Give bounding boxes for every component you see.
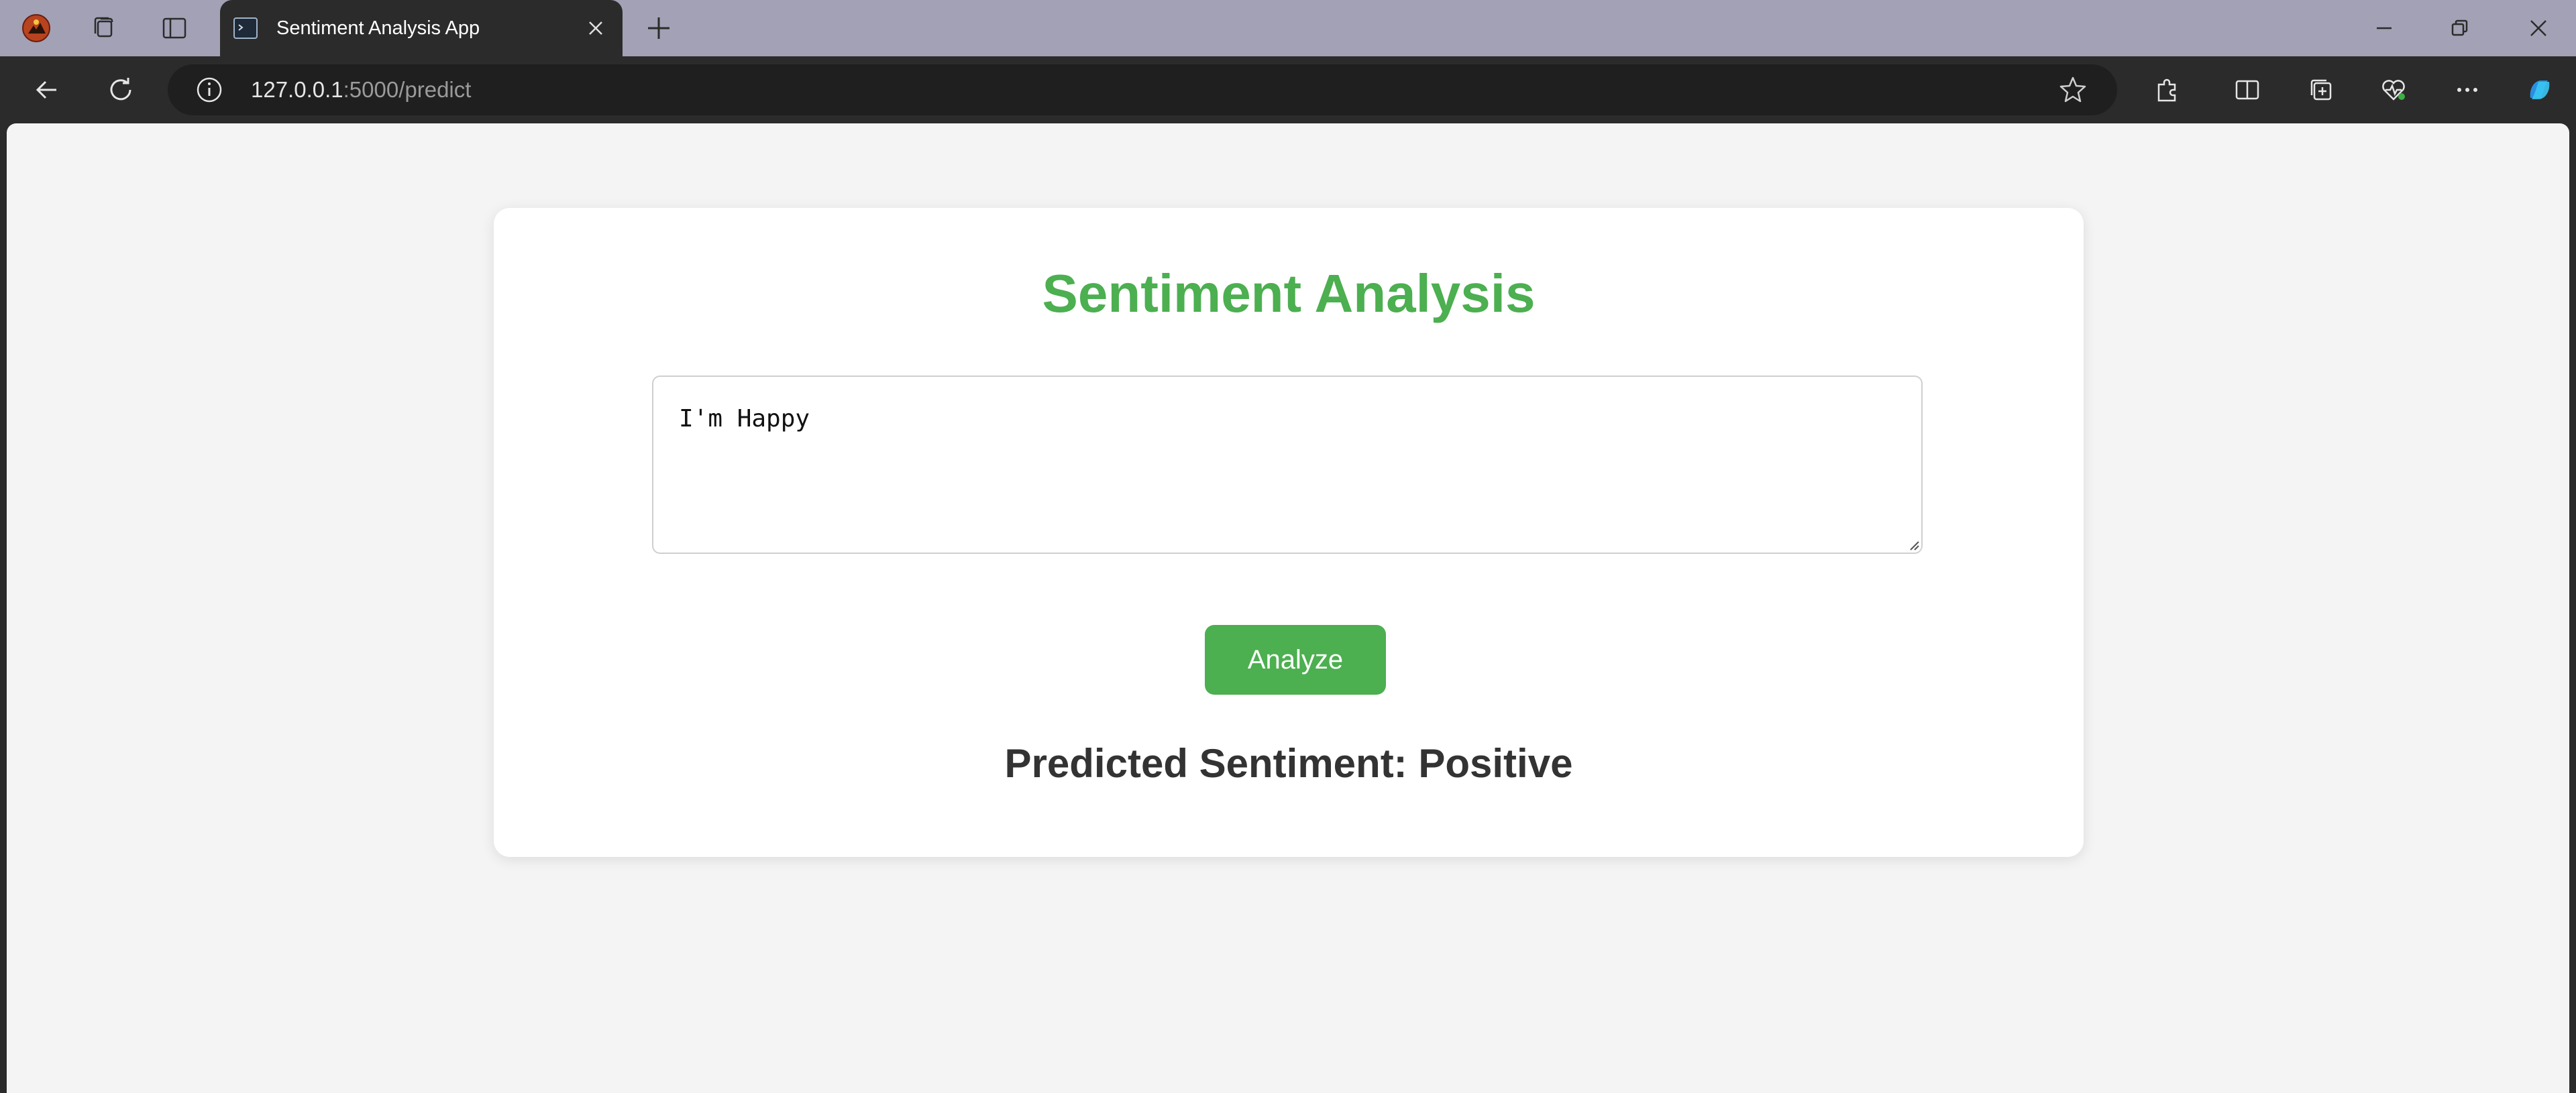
split-screen-icon[interactable] xyxy=(2223,66,2271,114)
active-tab[interactable]: Sentiment Analysis App xyxy=(220,0,623,56)
collections-icon[interactable] xyxy=(2297,66,2345,114)
vertical-tabs-icon[interactable] xyxy=(140,0,209,56)
page-title: Sentiment Analysis xyxy=(1042,264,1536,323)
tab-title: Sentiment Analysis App xyxy=(276,17,480,39)
more-icon[interactable] xyxy=(2443,66,2491,114)
url-path: :5000/predict xyxy=(343,77,472,102)
tab-strip: Sentiment Analysis App xyxy=(0,0,2576,56)
browser-essentials-icon[interactable] xyxy=(2369,66,2418,114)
resize-handle-icon[interactable] xyxy=(1907,538,1920,551)
restore-icon[interactable] xyxy=(2422,0,2497,56)
site-info-icon[interactable] xyxy=(195,75,224,105)
text-input[interactable]: I'm Happy xyxy=(652,376,1923,554)
extensions-icon[interactable] xyxy=(2143,66,2191,114)
url-text: 127.0.0.1:5000/predict xyxy=(251,77,471,103)
copilot-icon[interactable] xyxy=(2516,66,2564,114)
workspaces-icon[interactable] xyxy=(70,0,140,56)
favorite-star-icon[interactable] xyxy=(2058,75,2088,105)
new-tab-icon[interactable] xyxy=(631,7,687,50)
url-host: 127.0.0.1 xyxy=(251,77,343,102)
minimize-icon[interactable] xyxy=(2347,0,2422,56)
app-favicon xyxy=(233,17,258,39)
window-close-icon[interactable] xyxy=(2501,0,2576,56)
sentiment-card: Sentiment Analysis I'm Happy Analyze Pre… xyxy=(494,208,2084,857)
analyze-button[interactable]: Analyze xyxy=(1205,625,1386,695)
address-bar[interactable]: 127.0.0.1:5000/predict xyxy=(168,64,2117,115)
browser-toolbar: 127.0.0.1:5000/predict xyxy=(0,56,2576,123)
back-icon[interactable] xyxy=(23,66,71,114)
predicted-sentiment: Predicted Sentiment: Positive xyxy=(1004,741,1573,786)
profile-avatar-icon[interactable] xyxy=(1,0,71,56)
close-icon[interactable] xyxy=(574,7,617,50)
page-viewport: Sentiment Analysis I'm Happy Analyze Pre… xyxy=(7,123,2569,1093)
refresh-icon[interactable] xyxy=(97,66,145,114)
